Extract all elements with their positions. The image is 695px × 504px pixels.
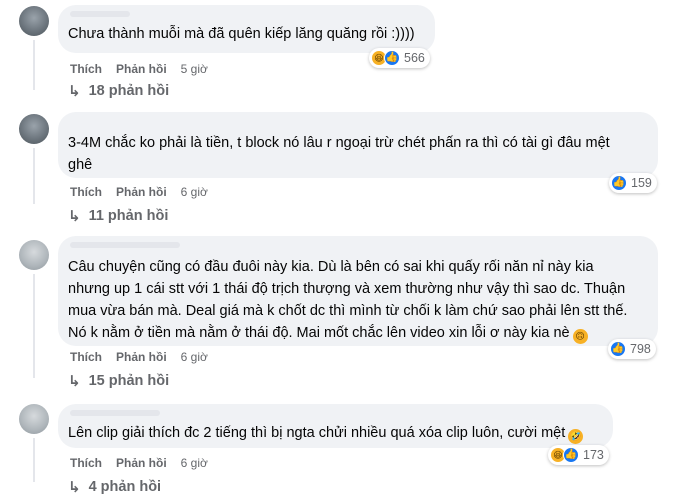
commenter-avatar[interactable] <box>19 240 49 270</box>
like-button[interactable]: Thích <box>70 456 102 470</box>
reply-button[interactable]: Phản hồi <box>116 350 167 364</box>
like-reaction-icon: 👍 <box>563 447 579 463</box>
commenter-avatar[interactable] <box>19 114 49 144</box>
reply-button[interactable]: Phản hồi <box>116 456 167 470</box>
like-button[interactable]: Thích <box>70 185 102 199</box>
reaction-summary[interactable]: 😆 👍 173 <box>548 445 609 465</box>
rolling-laughing-emoji-icon: 🤣 <box>568 429 584 444</box>
comment-text: 3-4M chắc ko phải là tiền, t block nó lâ… <box>68 135 610 173</box>
commenter-name[interactable] <box>70 242 180 248</box>
view-replies-link[interactable]: ↳ 15 phản hồi <box>68 372 169 390</box>
commenter-name[interactable] <box>70 11 130 17</box>
reaction-count: 173 <box>583 448 604 462</box>
like-reaction-icon: 👍 <box>384 50 400 66</box>
comment-feed: Chưa thành muỗi mà đã quên kiếp lăng quă… <box>0 0 695 504</box>
like-reaction-icon: 👍 <box>610 341 626 357</box>
thread-line <box>33 40 35 90</box>
like-button[interactable]: Thích <box>70 350 102 364</box>
view-replies-link[interactable]: ↳ 4 phản hồi <box>68 478 161 496</box>
comment-timestamp[interactable]: 6 giờ <box>181 456 208 470</box>
thread-line <box>33 274 35 378</box>
reply-button[interactable]: Phản hồi <box>116 62 167 76</box>
comment-actions: Thích Phản hồi 5 giờ <box>70 62 208 76</box>
comment-timestamp[interactable]: 5 giờ <box>181 62 208 76</box>
comment-text: Lên clip giải thích đc 2 tiếng thì bị ng… <box>68 422 584 444</box>
reaction-count: 798 <box>630 342 651 356</box>
view-replies-link[interactable]: ↳ 18 phản hồi <box>68 82 169 100</box>
like-button[interactable]: Thích <box>70 62 102 76</box>
comment-timestamp[interactable]: 6 giờ <box>181 350 208 364</box>
commenter-avatar[interactable] <box>19 404 49 434</box>
upside-down-face-emoji-icon: 🙃 <box>572 329 588 344</box>
replies-count-label: 4 phản hồi <box>88 479 162 495</box>
comment-bubble: Lên clip giải thích đc 2 tiếng thì bị ng… <box>58 404 613 448</box>
comment-actions: Thích Phản hồi 6 giờ <box>70 456 208 470</box>
comment-text: Chưa thành muỗi mà đã quên kiếp lăng quă… <box>68 26 415 42</box>
reply-arrow-icon: ↳ <box>68 479 81 496</box>
comment-actions: Thích Phản hồi 6 giờ <box>70 350 208 364</box>
replies-count-label: 18 phản hồi <box>88 83 170 99</box>
reply-arrow-icon: ↳ <box>68 208 81 225</box>
thread-line <box>33 148 35 204</box>
comment-timestamp[interactable]: 6 giờ <box>181 185 208 199</box>
like-reaction-icon: 👍 <box>611 175 627 191</box>
commenter-avatar[interactable] <box>19 6 49 36</box>
reaction-summary[interactable]: 👍 159 <box>609 173 657 193</box>
replies-count-label: 11 phản hồi <box>88 208 169 224</box>
comment-bubble: Chưa thành muỗi mà đã quên kiếp lăng quă… <box>58 5 435 53</box>
comment-bubble: Câu chuyện cũng có đầu đuôi này kia. Dù … <box>58 236 658 346</box>
view-replies-link[interactable]: ↳ 11 phản hồi <box>68 207 168 225</box>
reaction-summary[interactable]: 😆 👍 566 <box>369 48 430 68</box>
commenter-name[interactable] <box>70 410 160 416</box>
replies-count-label: 15 phản hồi <box>88 373 170 389</box>
reaction-summary[interactable]: 👍 798 <box>608 339 656 359</box>
thread-line <box>33 438 35 482</box>
reply-arrow-icon: ↳ <box>68 373 81 390</box>
reaction-count: 566 <box>404 51 425 65</box>
comment-actions: Thích Phản hồi 6 giờ <box>70 185 208 199</box>
comment-bubble: 3-4M chắc ko phải là tiền, t block nó lâ… <box>58 112 658 178</box>
reaction-count: 159 <box>631 176 652 190</box>
reply-button[interactable]: Phản hồi <box>116 185 167 199</box>
reply-arrow-icon: ↳ <box>68 83 81 100</box>
comment-text: Câu chuyện cũng có đầu đuôi này kia. Dù … <box>68 256 627 344</box>
